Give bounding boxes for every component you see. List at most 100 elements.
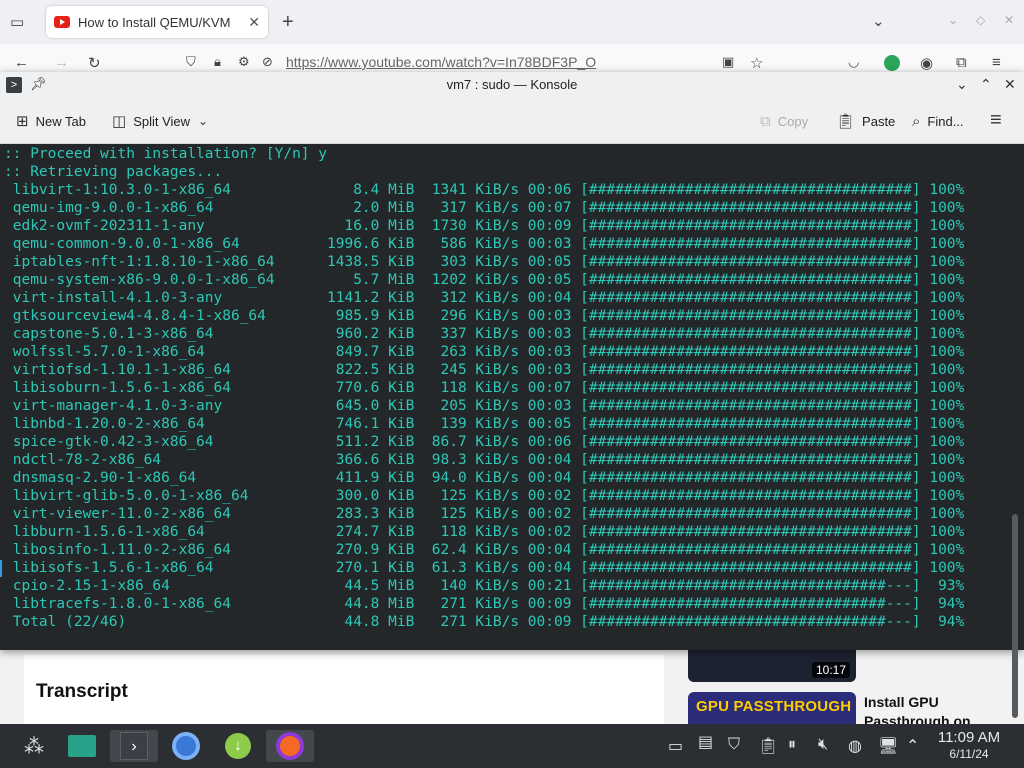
bookmark-star-icon[interactable]: ☆: [750, 54, 763, 72]
lock-icon[interactable]: 🔒︎: [214, 54, 221, 70]
terminal-line: virt-viewer-11.0-2-x86_64 283.3 KiB 125 …: [4, 506, 965, 522]
clipboard-icon[interactable]: 📋︎: [758, 736, 778, 756]
browser-tab-title: How to Install QEMU/KVM: [78, 14, 231, 30]
terminal-line: Total (22/46) 44.8 MiB 271 KiB/s 00:09 […: [4, 614, 965, 630]
firefox-icon: [276, 732, 304, 760]
volume-muted-icon[interactable]: 🔇︎: [818, 736, 828, 754]
chevron-down-icon: ⌄: [198, 114, 209, 128]
media-pause-icon[interactable]: ⏸︎: [788, 736, 796, 754]
clock-time: 11:09 AM: [937, 729, 1001, 746]
terminal-line: iptables-nft-1:1.8.10-1-x86_64 1438.5 Ki…: [4, 254, 965, 270]
terminal-line: virt-install-4.1.0-3-any 1141.2 KiB 312 …: [4, 290, 965, 306]
terminal-scrollbar[interactable]: [1012, 514, 1018, 718]
terminal-line: qemu-img-9.0.0-1-x86_64 2.0 MiB 317 KiB/…: [4, 200, 965, 216]
terminal-line: qemu-common-9.0.0-1-x86_64 1996.6 KiB 58…: [4, 236, 965, 252]
youtube-icon: [54, 16, 70, 28]
download-icon: ↓: [225, 733, 251, 759]
terminal-line: :: Proceed with installation? [Y/n] y: [4, 146, 328, 162]
thumbnail-caption: GPU PASSTHROUGH: [696, 698, 852, 715]
taskbar-chromium[interactable]: [170, 730, 202, 762]
clock[interactable]: 11:09 AM 6/11/24: [928, 729, 1010, 762]
taskbar-downloader[interactable]: ↓: [222, 730, 254, 762]
picture-in-picture-icon[interactable]: ▣: [722, 54, 734, 70]
taskbar: ⁂ › ↓ ▭ ▤ ⛉ 📋︎ ⏸︎ 🔇︎ ◍ 🖥︎ ⌃ 11:09 AM 6/1…: [0, 724, 1024, 768]
close-tab-icon[interactable]: ✕: [248, 14, 260, 31]
find-button[interactable]: ⌕ Find...: [912, 111, 964, 131]
split-view-label: Split View: [133, 113, 191, 129]
terminal-view[interactable]: :: Proceed with installation? [Y/n] y:: …: [0, 144, 1024, 718]
tab-list-icon[interactable]: ▭: [10, 13, 24, 31]
folder-icon: [68, 735, 96, 757]
terminal-line: qemu-system-x86-9.0.0-1-x86_64 5.7 MiB 1…: [4, 272, 965, 288]
app-launcher-button[interactable]: ⁂: [18, 730, 50, 762]
forward-icon[interactable]: →: [54, 54, 69, 71]
terminal-line: wolfssl-5.7.0-1-x86_64 849.7 KiB 263 KiB…: [4, 344, 965, 360]
copy-button[interactable]: ⧉ Copy: [760, 111, 808, 131]
new-tab-icon: ⊞: [16, 113, 29, 130]
extensions-puzzle-icon[interactable]: ⧉: [956, 54, 967, 71]
terminal-line: libburn-1.5.6-1-x86_64 274.7 KiB 118 KiB…: [4, 524, 965, 540]
terminal-line: libnbd-1.20.0-2-x86_64 746.1 KiB 139 KiB…: [4, 416, 965, 432]
terminal-line: gtksourceview4-4.8.4-1-x86_64 985.9 KiB …: [4, 308, 965, 324]
hamburger-menu-icon[interactable]: ≡: [990, 109, 1002, 132]
terminal-line: spice-gtk-0.42-3-x86_64 511.2 KiB 86.7 K…: [4, 434, 965, 450]
search-icon: ⌕: [912, 112, 921, 130]
network-icon[interactable]: ◍: [848, 736, 862, 756]
terminal-line: cpio-2.15-1-x86_64 44.5 MiB 140 KiB/s 00…: [4, 578, 965, 594]
url-bar[interactable]: https://www.youtube.com/watch?v=In78BDF3…: [286, 54, 596, 70]
close-window-icon[interactable]: ✕: [1004, 76, 1016, 93]
permissions-icon[interactable]: ⚙: [238, 54, 250, 70]
display-icon[interactable]: 🖥︎: [878, 736, 898, 756]
paste-button[interactable]: 📋︎ Paste: [836, 111, 895, 131]
account-icon[interactable]: ◉: [920, 54, 933, 72]
reload-icon[interactable]: ↻: [88, 54, 101, 72]
paste-icon: 📋︎: [836, 113, 856, 130]
autoplay-blocked-icon[interactable]: ⊘: [262, 54, 273, 70]
find-label: Find...: [927, 113, 964, 129]
terminal-line: virtiofsd-1.10.1-1-x86_64 822.5 KiB 245 …: [4, 362, 965, 378]
new-tab-button[interactable]: ⊞ New Tab: [16, 111, 86, 131]
copy-icon: ⧉: [760, 112, 771, 130]
terminal-output: :: Proceed with installation? [Y/n] y:: …: [4, 145, 964, 631]
taskbar-file-manager[interactable]: [66, 730, 98, 762]
window-title: vm7 : sudo — Konsole: [446, 77, 578, 92]
new-tab-icon[interactable]: +: [282, 11, 294, 34]
minimize-icon[interactable]: ⌄: [948, 13, 958, 27]
terminal-line: dnsmasq-2.90-1-x86_64 411.9 KiB 94.0 KiB…: [4, 470, 965, 486]
launcher-icon: ⁂: [24, 735, 44, 758]
terminal-line: ndctl-78-2-x86_64 366.6 KiB 98.3 KiB/s 0…: [4, 452, 965, 468]
split-view-icon: ◫: [112, 113, 127, 130]
minimize-window-icon[interactable]: ⌄: [956, 76, 968, 93]
close-window-icon[interactable]: ✕: [1004, 13, 1014, 27]
terminal-line: virt-manager-4.1.0-3-any 645.0 KiB 205 K…: [4, 398, 965, 414]
taskbar-firefox[interactable]: [266, 730, 314, 762]
video-duration-badge: 10:17: [812, 662, 851, 678]
maximize-icon[interactable]: ◇: [976, 13, 985, 27]
tray-expand-icon[interactable]: ⌃: [906, 736, 919, 756]
vault-shield-icon[interactable]: ⛉: [728, 736, 740, 754]
terminal-line: libisoburn-1.5.6-1-x86_64 770.6 KiB 118 …: [4, 380, 965, 396]
chevron-down-icon[interactable]: ⌄: [872, 12, 885, 30]
terminal-line: libtracefs-1.8.0-1-x86_64 44.8 MiB 271 K…: [4, 596, 965, 612]
taskbar-konsole[interactable]: ›: [110, 730, 158, 762]
konsole-window: > 📌︎ vm7 : sudo — Konsole ⌄ ⌃ ✕ ⊞ New Ta…: [0, 72, 1024, 718]
terminal-line: libisofs-1.5.6-1-x86_64 270.1 KiB 61.3 K…: [4, 560, 965, 576]
terminal-line: capstone-5.0.1-3-x86_64 960.2 KiB 337 Ki…: [4, 326, 965, 342]
shield-icon[interactable]: ⛉: [186, 54, 196, 70]
terminal-cursor: [0, 560, 2, 577]
show-desktop-icon[interactable]: ▭: [668, 736, 683, 756]
back-icon[interactable]: ←: [14, 54, 29, 71]
terminal-icon: ›: [120, 732, 148, 760]
chromium-icon: [172, 732, 200, 760]
maximize-window-icon[interactable]: ⌃: [980, 76, 992, 93]
extension-icon[interactable]: [884, 55, 900, 71]
terminal-line: libvirt-1:10.3.0-1-x86_64 8.4 MiB 1341 K…: [4, 182, 965, 198]
terminal-line: edk2-ovmf-202311-1-any 16.0 MiB 1730 KiB…: [4, 218, 965, 234]
menu-icon[interactable]: ≡: [992, 54, 1001, 71]
paste-label: Paste: [862, 113, 896, 129]
clock-date: 6/11/24: [949, 747, 989, 761]
split-view-button[interactable]: ◫ Split View ⌄: [112, 111, 208, 131]
pager-icon[interactable]: ▤: [698, 732, 713, 752]
browser-tab[interactable]: How to Install QEMU/KVM ✕: [46, 6, 268, 38]
pocket-icon[interactable]: ◡: [848, 54, 859, 70]
